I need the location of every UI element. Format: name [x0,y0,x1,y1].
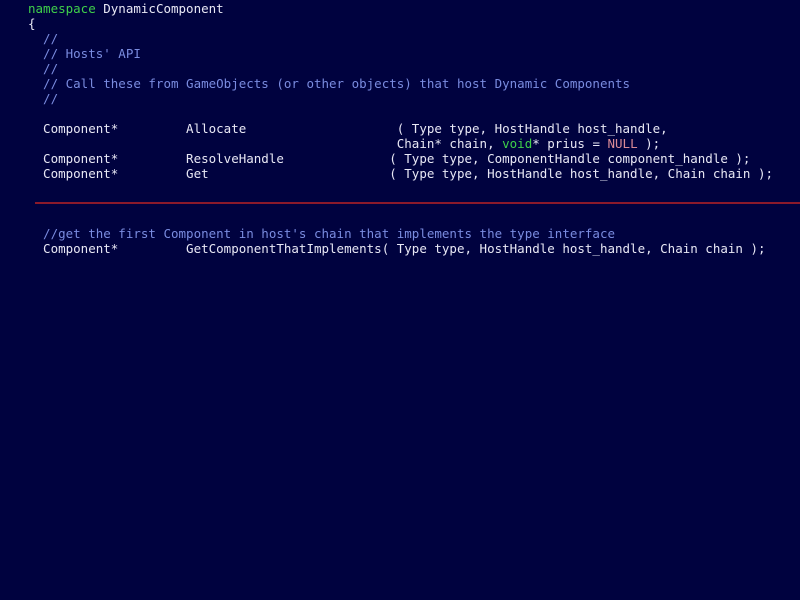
code-line: //get the first Component in host's chai… [0,226,800,241]
code-line: // Call these from GameObjects (or other… [0,76,800,91]
code-token-plain: ); [637,136,661,151]
code-line: // [0,31,800,46]
code-line-separator [0,196,800,211]
code-line: Component* Allocate ( Type type, HostHan… [0,121,800,136]
code-line: Component* Get ( Type type, HostHandle h… [0,166,800,181]
code-line: // Hosts' API [0,46,800,61]
code-line: // [0,61,800,76]
code-line: Component* GetComponentThatImplements( T… [0,241,800,256]
code-token-plain: Chain* chain, [28,136,503,151]
code-line: namespace DynamicComponent [0,1,800,16]
code-token-comment: // Hosts' API [28,46,141,61]
code-token-plain: DynamicComponent [95,1,224,16]
horizontal-rule [35,202,800,204]
code-token-keyword: namespace [28,1,96,16]
code-token-comment: //get the first Component in host's chai… [28,226,615,241]
code-line: // [0,91,800,106]
code-editor[interactable]: namespace DynamicComponent{ // // Hosts'… [0,0,800,600]
code-token-comment: // [28,31,59,46]
code-token-plain: * prius = [532,136,608,151]
code-token-comment: // [28,61,59,76]
code-token-plain: Component* Allocate ( Type type, HostHan… [28,121,668,136]
code-token-plain: Component* ResolveHandle ( Type type, Co… [28,151,751,166]
code-token-constant: NULL [607,136,638,151]
code-token-comment: // [28,91,59,106]
code-token-punct: { [28,16,36,31]
code-line: { [0,16,800,31]
code-token-plain: Component* GetComponentThatImplements( T… [28,241,766,256]
code-token-keyword: void [502,136,533,151]
code-content[interactable]: namespace DynamicComponent{ // // Hosts'… [0,0,800,256]
code-line: Chain* chain, void* prius = NULL ); [0,136,800,151]
code-token-comment: // Call these from GameObjects (or other… [28,76,631,91]
code-token-plain: Component* Get ( Type type, HostHandle h… [28,166,774,181]
code-line: Component* ResolveHandle ( Type type, Co… [0,151,800,166]
